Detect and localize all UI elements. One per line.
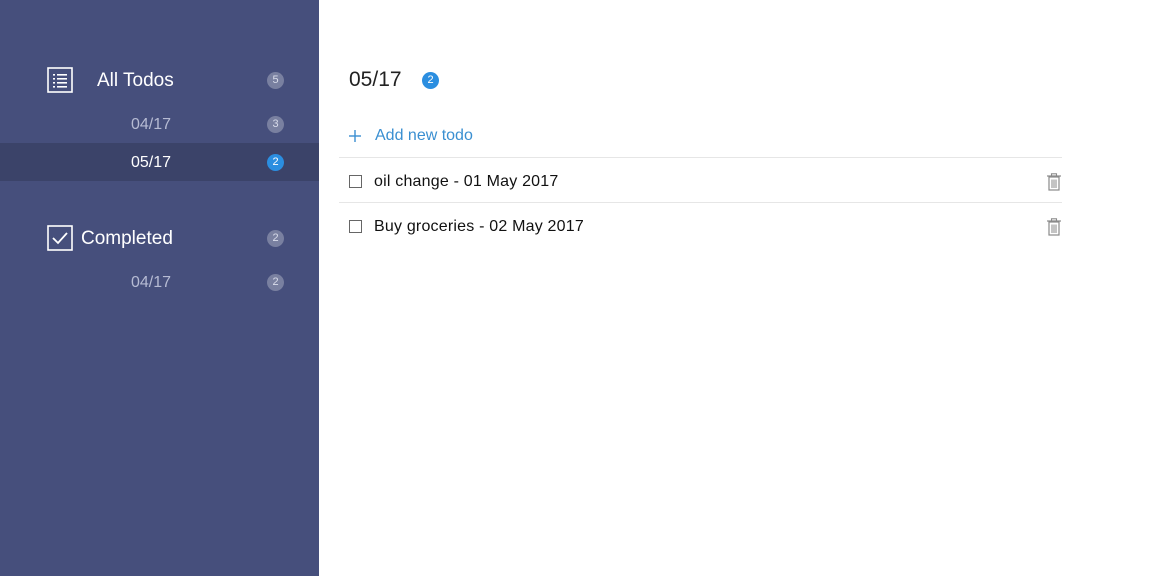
sidebar-item-label: 04/17 <box>131 116 172 133</box>
todo-item: oil change - 01 May 2017 <box>339 158 1062 203</box>
todo-list: oil change - 01 May 2017 Buy groceries -… <box>339 157 1062 247</box>
todo-item: Buy groceries - 02 May 2017 <box>339 203 1062 247</box>
trash-icon[interactable] <box>1046 173 1062 191</box>
sidebar-item-all-04-17[interactable]: 04/17 3 <box>0 105 319 143</box>
checkbox-checked-icon <box>47 225 73 251</box>
todo-text: oil change - 01 May 2017 <box>374 173 559 190</box>
todo-app: All Todos 5 04/17 3 05/17 2 Completed 2 … <box>0 0 1152 576</box>
sidebar-item-all-05-17[interactable]: 05/17 2 <box>0 143 319 181</box>
todo-text: Buy groceries - 02 May 2017 <box>374 218 584 235</box>
todo-checkbox[interactable] <box>349 175 362 188</box>
sidebar-group-all-todos[interactable]: All Todos 5 <box>0 60 319 100</box>
count-badge: 2 <box>267 274 284 291</box>
plus-icon <box>348 129 362 143</box>
count-badge: 3 <box>267 116 284 133</box>
count-badge: 5 <box>267 72 284 89</box>
main-panel: 05/17 2 Add new todo oil change - 01 May… <box>319 0 1152 576</box>
count-badge: 2 <box>422 72 439 89</box>
page-title: 05/17 <box>349 68 402 91</box>
add-todo-label: Add new todo <box>375 127 473 144</box>
sidebar-group-label: All Todos <box>97 70 174 91</box>
todo-checkbox[interactable] <box>349 220 362 233</box>
sidebar-item-label: 04/17 <box>131 274 172 291</box>
sidebar-item-completed-04-17[interactable]: 04/17 2 <box>0 263 319 301</box>
sidebar: All Todos 5 04/17 3 05/17 2 Completed 2 … <box>0 0 319 576</box>
sidebar-group-completed[interactable]: Completed 2 <box>0 218 319 258</box>
trash-icon[interactable] <box>1046 218 1062 236</box>
count-badge: 2 <box>267 154 284 171</box>
add-todo-button[interactable]: Add new todo <box>348 124 473 148</box>
sidebar-item-label: 05/17 <box>131 154 172 171</box>
count-badge: 2 <box>267 230 284 247</box>
sidebar-group-label: Completed <box>81 228 173 249</box>
list-icon <box>47 67 73 93</box>
